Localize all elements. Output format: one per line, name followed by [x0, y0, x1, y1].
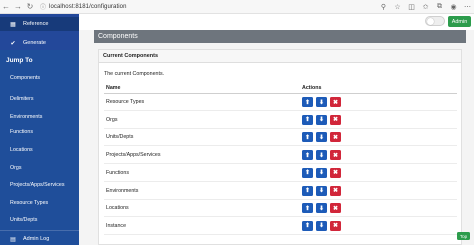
header-divider [104, 93, 457, 94]
table-row-name: Projects/Apps/Services [106, 152, 161, 159]
back-icon[interactable]: ← [0, 0, 12, 14]
reader-icon[interactable]: ◫ [407, 0, 416, 14]
delete-button[interactable]: ✖ [330, 203, 341, 214]
move-up-button[interactable]: ⬆ [302, 203, 313, 214]
profile-icon[interactable]: ◉ [449, 0, 458, 14]
book-icon: ▦ [10, 21, 16, 28]
move-up-button[interactable]: ⬆ [302, 132, 313, 143]
sidebar-link-delimiters[interactable]: Delimiters [10, 96, 34, 102]
move-down-button[interactable]: ⬇ [316, 114, 327, 125]
address-bar[interactable]: ⓘ localhost:8181/configuration [40, 2, 127, 12]
collections-icon[interactable]: ⧉ [435, 0, 444, 14]
move-up-button[interactable]: ⬆ [302, 114, 313, 125]
sidebar-link-orgs[interactable]: Orgs [10, 165, 21, 171]
theme-toggle[interactable] [425, 16, 445, 26]
delete-button[interactable]: ✖ [330, 132, 341, 143]
column-header-actions: Actions [302, 85, 322, 91]
log-icon: ▤ [10, 236, 16, 243]
sidebar-item-label: Admin Log [23, 236, 50, 242]
column-header-name: Name [106, 85, 121, 91]
table-row-name: Orgs [106, 116, 118, 123]
move-down-button[interactable]: ⬇ [316, 220, 327, 231]
sidebar-link-resource-types[interactable]: Resource Types [10, 200, 48, 206]
toggle-knob [427, 18, 434, 25]
delete-button[interactable]: ✖ [330, 97, 341, 107]
move-up-button[interactable]: ⬆ [302, 220, 313, 231]
row-divider [104, 233, 457, 235]
delete-button[interactable]: ✖ [330, 185, 341, 196]
sidebar-divider [0, 230, 79, 231]
favorites-icon[interactable]: ✩ [421, 0, 430, 14]
sidebar-item-label: Generate [23, 40, 46, 46]
section-title: Components [94, 30, 466, 43]
sidebar-link-units-depts[interactable]: Units/Depts [10, 217, 37, 223]
row-divider [104, 216, 457, 218]
components-card: Current Components The current Component… [98, 49, 462, 245]
row-divider [104, 163, 457, 165]
row-divider [104, 180, 457, 182]
sidebar-item-admin-log[interactable]: ▤ Admin Log [0, 233, 79, 245]
table-row-name: Locations [106, 205, 129, 212]
sidebar-item-generate[interactable]: ✔ Generate [0, 36, 79, 50]
main-content: Components Current Components The curren… [79, 30, 474, 245]
url-text: localhost:8181/configuration [49, 3, 127, 10]
sidebar-link-components[interactable]: Components [10, 75, 40, 81]
admin-button[interactable]: Admin [448, 16, 471, 27]
bookmark-icon[interactable]: ☆ [393, 0, 402, 14]
move-down-button[interactable]: ⬇ [316, 150, 327, 161]
extension-icon[interactable]: ⚲ [379, 0, 388, 14]
move-up-button[interactable]: ⬆ [302, 185, 313, 196]
delete-button[interactable]: ✖ [330, 150, 341, 161]
browser-toolbar: ← → ↻ ⓘ localhost:8181/configuration ⚲ ☆… [0, 0, 474, 14]
row-divider [104, 127, 457, 129]
delete-button[interactable]: ✖ [330, 167, 341, 178]
table-row-name: Instance [106, 222, 127, 229]
move-down-button[interactable]: ⬇ [316, 203, 327, 214]
table-row-name: Functions [106, 169, 129, 176]
sidebar-item-reference[interactable]: ▦ Reference [0, 17, 79, 31]
menu-icon[interactable]: ⋯ [463, 0, 472, 14]
top-bar: Admin [79, 14, 474, 30]
table-row-name: Environments [106, 187, 139, 194]
card-title: Current Components [99, 50, 461, 63]
sidebar-link-locations[interactable]: Locations [10, 147, 33, 153]
row-divider [104, 110, 457, 111]
move-down-button[interactable]: ⬇ [316, 167, 327, 178]
delete-button[interactable]: ✖ [330, 114, 341, 125]
delete-button[interactable]: ✖ [330, 220, 341, 231]
check-icon: ✔ [10, 40, 16, 47]
sidebar-item-label: Reference [23, 21, 49, 27]
row-divider [104, 145, 457, 147]
sidebar: ▦ Reference ✔ Generate Jump To Component… [0, 14, 79, 245]
lock-icon: ⓘ [40, 5, 47, 11]
back-to-top-button[interactable]: Top [457, 232, 470, 240]
row-divider [104, 198, 457, 200]
move-down-button[interactable]: ⬇ [316, 97, 327, 107]
move-down-button[interactable]: ⬇ [316, 132, 327, 143]
move-up-button[interactable]: ⬆ [302, 97, 313, 107]
move-up-button[interactable]: ⬆ [302, 167, 313, 178]
card-description: The current Components. [104, 71, 165, 77]
refresh-icon[interactable]: ↻ [24, 0, 36, 14]
sidebar-link-environments[interactable]: Environments [10, 114, 42, 120]
jump-to-heading: Jump To [6, 57, 33, 64]
table-row-name: Units/Depts [106, 134, 134, 141]
move-up-button[interactable]: ⬆ [302, 150, 313, 161]
table-row-name: Resource Types [106, 99, 145, 105]
move-down-button[interactable]: ⬇ [316, 185, 327, 196]
forward-icon[interactable]: → [12, 0, 24, 14]
sidebar-link-projects[interactable]: Projects/Apps/Services [10, 182, 64, 188]
sidebar-link-functions[interactable]: Functions [10, 129, 33, 135]
